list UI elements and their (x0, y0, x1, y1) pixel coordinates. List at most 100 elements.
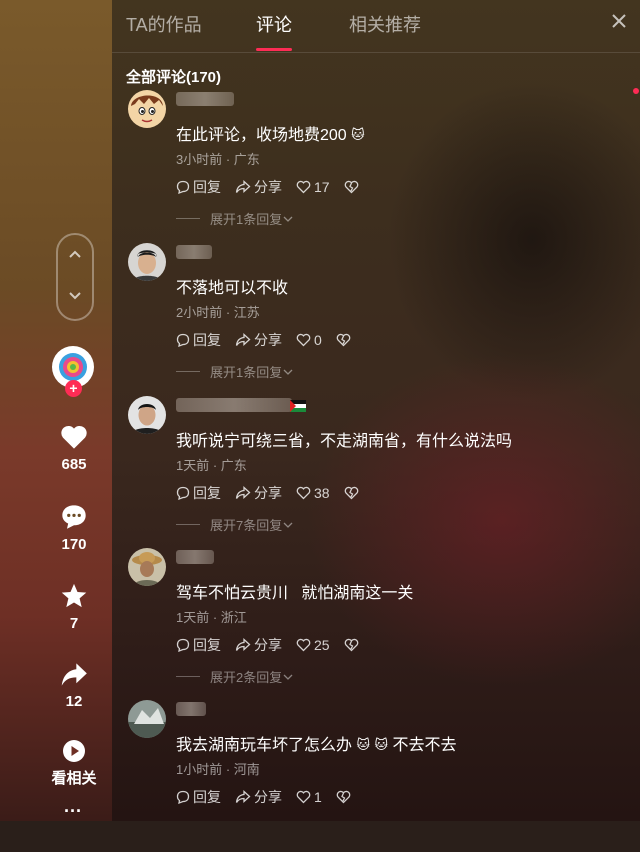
comment-count: 170 (61, 536, 87, 553)
related-label: 看相关 (51, 770, 97, 787)
comment-item: 在此评论，收场地费200 🐱 3小时前 · 广东 回复 分享 17 展开1条回复 (112, 90, 640, 242)
like-button[interactable]: 38 (296, 485, 330, 501)
comment-text: 驾车不怕云贵川 就怕湖南这一关 (176, 585, 414, 602)
total-comments-label: 全部评论(170) (126, 69, 222, 86)
comment-meta: 2小时前 · 江苏 (176, 305, 260, 320)
play-circle-icon (63, 740, 85, 762)
video-nav-pill (56, 233, 94, 321)
comment-text: 我听说宁可绕三省，不走湖南省，有什么说法吗 (176, 433, 513, 450)
like-button[interactable]: 17 (296, 179, 330, 195)
share-icon (235, 790, 251, 803)
broken-heart-icon (344, 638, 358, 652)
broken-heart-icon (336, 790, 351, 804)
chevron-down-icon[interactable] (67, 287, 83, 303)
reply-bubble-icon (176, 333, 190, 347)
username-blurred[interactable] (176, 92, 234, 106)
username-blurred[interactable] (176, 550, 214, 564)
flag-icon (290, 400, 306, 412)
avatar[interactable] (128, 700, 166, 738)
share-button[interactable]: 分享 (235, 483, 282, 503)
comment-action[interactable]: 170 (44, 503, 104, 553)
video-side-strip: + 685 170 7 12 看相关 ··· (0, 0, 112, 821)
tab-bar: TA的作品 评论 相关推荐 (112, 0, 640, 53)
comment-text: 不落地可以不收 (176, 280, 289, 297)
favorite-action[interactable]: 7 (44, 582, 104, 632)
tab-active-indicator (256, 48, 292, 51)
cat-emoji-icon: 🐱 (356, 737, 371, 752)
broken-heart-icon (344, 180, 358, 194)
username-blurred[interactable] (176, 702, 206, 716)
reply-bubble-icon (176, 790, 190, 804)
comment-meta: 1天前 · 浙江 (176, 610, 247, 625)
avatar[interactable] (128, 243, 166, 281)
star-icon (61, 583, 87, 608)
dislike-button[interactable] (336, 790, 354, 804)
share-button[interactable]: 分享 (235, 635, 282, 655)
follow-plus-button[interactable]: + (65, 380, 82, 397)
reply-button[interactable]: 回复 (176, 787, 221, 807)
heart-outline-icon (296, 180, 311, 194)
share-button[interactable]: 分享 (235, 787, 282, 807)
reply-button[interactable]: 回复 (176, 483, 221, 503)
dislike-button[interactable] (344, 638, 362, 652)
comment-actions: 回复 分享 17 (176, 177, 376, 197)
cat-emoji-icon: 🐱 (351, 127, 365, 142)
like-button[interactable]: 1 (296, 789, 322, 805)
close-icon[interactable] (608, 10, 630, 32)
comment-text: 在此评论，收场地费200 🐱 (176, 127, 365, 144)
username-blurred[interactable] (176, 245, 212, 259)
comment-item: 我去湖南玩车坏了怎么办 🐱 🐱 不去不去 1小时前 · 河南 回复 分享 1 (112, 700, 640, 852)
comment-actions: 回复 分享 0 (176, 330, 368, 350)
author-logo-icon (59, 353, 87, 381)
dislike-button[interactable] (344, 180, 362, 194)
broken-heart-icon (344, 486, 358, 500)
dislike-button[interactable] (336, 333, 354, 347)
chevron-down-icon (283, 522, 293, 528)
username-blurred[interactable] (176, 398, 292, 412)
share-button[interactable]: 分享 (235, 330, 282, 350)
share-icon (235, 638, 251, 651)
share-arrow-icon (61, 663, 87, 686)
reply-button[interactable]: 回复 (176, 177, 221, 197)
comment-actions: 回复 分享 25 (176, 635, 376, 655)
reply-button[interactable]: 回复 (176, 635, 221, 655)
like-action[interactable]: 685 (44, 424, 104, 473)
expand-replies-link[interactable]: 展开2条回复 (176, 667, 294, 686)
cat-emoji-icon: 🐱 (374, 737, 389, 752)
more-dots-icon[interactable]: ··· (64, 802, 82, 820)
share-count: 12 (65, 693, 83, 710)
like-button[interactable]: 0 (296, 332, 322, 348)
tab-related[interactable]: 相关推荐 (349, 11, 421, 37)
chevron-down-icon (283, 216, 293, 222)
broken-heart-icon (336, 333, 351, 347)
reply-bubble-icon (176, 638, 190, 652)
chevron-down-icon (283, 674, 293, 680)
favorite-count: 7 (69, 615, 79, 632)
avatar[interactable] (128, 396, 166, 434)
comment-meta: 1小时前 · 河南 (176, 762, 260, 777)
avatar[interactable] (128, 548, 166, 586)
expand-replies-link[interactable]: 展开1条回复 (176, 362, 294, 381)
heart-outline-icon (296, 333, 311, 347)
reply-button[interactable]: 回复 (176, 330, 221, 350)
avatar[interactable] (128, 90, 166, 128)
share-button[interactable]: 分享 (235, 177, 282, 197)
share-icon (235, 486, 251, 499)
related-action[interactable]: 看相关 (44, 739, 104, 788)
reply-bubble-icon (176, 486, 190, 500)
share-icon (235, 180, 251, 193)
comment-meta: 3小时前 · 广东 (176, 152, 260, 167)
expand-replies-link[interactable]: 展开7条回复 (176, 515, 294, 534)
comment-item: 驾车不怕云贵川 就怕湖南这一关 1天前 · 浙江 回复 分享 25 展开2条回复 (112, 548, 640, 700)
tab-comments[interactable]: 评论 (256, 11, 292, 37)
comment-item: 我听说宁可绕三省，不走湖南省，有什么说法吗 1天前 · 广东 回复 分享 38 … (112, 396, 640, 548)
expand-replies-link[interactable]: 展开1条回复 (176, 209, 294, 228)
tab-works[interactable]: TA的作品 (126, 11, 202, 37)
reply-bubble-icon (176, 180, 190, 194)
chevron-up-icon[interactable] (67, 247, 83, 263)
share-action[interactable]: 12 (44, 662, 104, 710)
dislike-button[interactable] (344, 486, 362, 500)
heart-icon (61, 425, 87, 449)
like-button[interactable]: 25 (296, 637, 330, 653)
author-avatar[interactable]: + (52, 346, 94, 397)
